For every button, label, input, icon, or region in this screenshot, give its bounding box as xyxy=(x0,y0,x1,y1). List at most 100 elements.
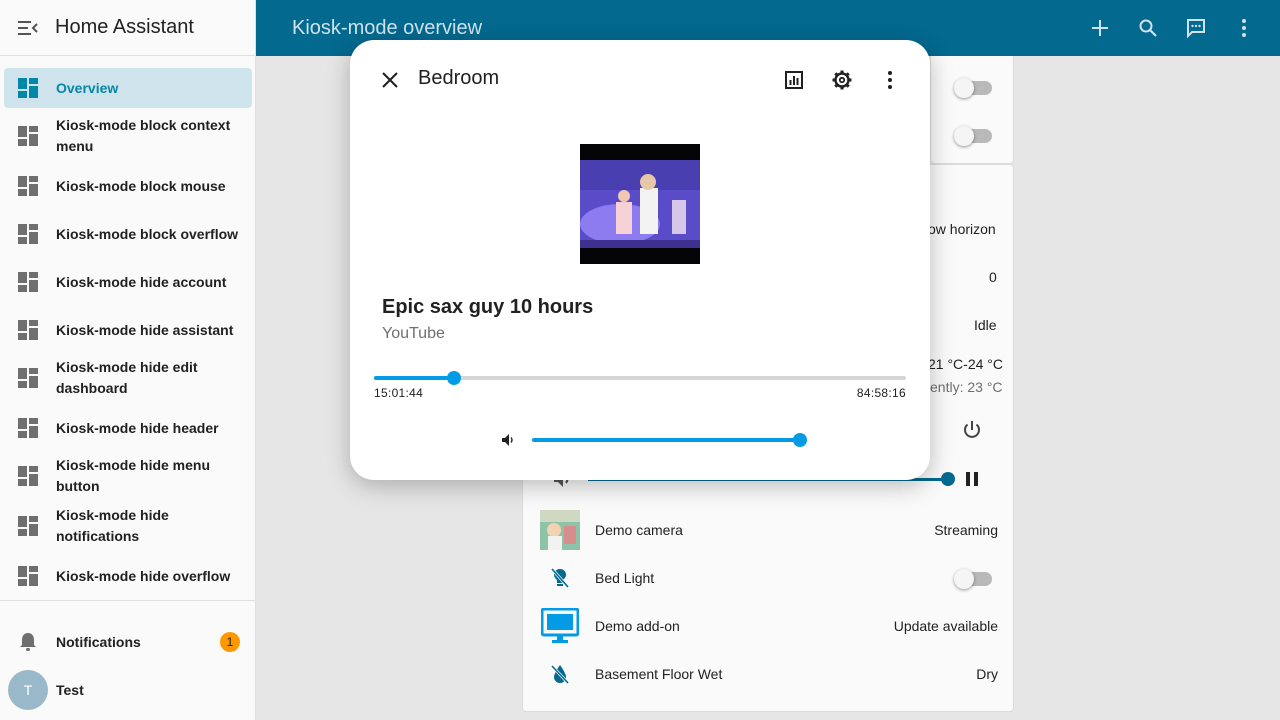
camera-thumbnail-image xyxy=(540,510,580,550)
menu-open-icon xyxy=(18,20,38,35)
more-vert-icon xyxy=(888,71,892,89)
pause-button[interactable] xyxy=(964,471,980,487)
dashboard-icon xyxy=(18,516,38,536)
dashboard-icon xyxy=(18,566,38,586)
volume-slider[interactable] xyxy=(532,433,807,447)
dashboard-icon xyxy=(18,272,38,292)
volume-slider-thumb[interactable] xyxy=(793,433,807,447)
sidebar-item-label: Kiosk-mode hide account xyxy=(56,273,227,290)
user-name: Test xyxy=(56,681,84,698)
sidebar-item-label: Kiosk-mode hide overflow xyxy=(56,567,231,584)
entity-name: Bed Light xyxy=(595,570,655,586)
sidebar-item-label: Kiosk-mode hide header xyxy=(56,419,219,436)
media-progress-thumb[interactable] xyxy=(446,371,461,385)
assist-button[interactable] xyxy=(1172,4,1220,52)
partial-state-text: ow horizon xyxy=(928,221,996,237)
sidebar-item-label: Kiosk-mode block context menu xyxy=(56,117,231,154)
sidebar-item-label: Kiosk-mode hide menu button xyxy=(56,457,211,494)
entity-row-demo-camera[interactable]: Demo camera Streaming xyxy=(540,510,998,550)
media-title: Epic sax guy 10 hours xyxy=(382,296,594,318)
sidebar-item-hide-account[interactable]: Kiosk-mode hide account xyxy=(4,262,252,302)
sidebar-item-hide-assistant[interactable]: Kiosk-mode hide assistant xyxy=(4,310,252,350)
sidebar-item-hide-notifications[interactable]: Kiosk-mode hide notifications xyxy=(4,504,252,548)
volume-icon xyxy=(502,434,513,446)
mute-button[interactable] xyxy=(496,430,520,450)
menu-collapse-button[interactable] xyxy=(16,16,40,40)
gear-icon xyxy=(832,70,852,90)
sidebar-item-label: Kiosk-mode hide assistant xyxy=(56,321,234,338)
search-icon xyxy=(1139,19,1157,37)
notification-badge: 1 xyxy=(220,632,240,652)
dashboard-icon xyxy=(18,176,38,196)
media-remaining: 84:58:16 xyxy=(856,386,906,400)
more-vert-icon xyxy=(1242,19,1246,37)
sidebar-item-overview[interactable]: Overview xyxy=(4,68,252,108)
dashboard-icon xyxy=(18,78,38,98)
page-title: Kiosk-mode overview xyxy=(292,16,483,39)
add-button[interactable] xyxy=(1076,4,1124,52)
bell-icon xyxy=(20,633,36,651)
partial-state-text: Idle xyxy=(974,317,997,333)
toggle-switch[interactable] xyxy=(954,78,992,98)
water-off-glyph xyxy=(550,664,570,685)
sidebar-item-hide-edit-dashboard[interactable]: Kiosk-mode hide edit dashboard xyxy=(4,356,252,400)
dialog-menu-button[interactable] xyxy=(874,64,906,96)
close-button[interactable] xyxy=(374,64,406,96)
lightbulb-off-glyph xyxy=(550,568,570,588)
media-progress-fill xyxy=(374,376,454,380)
entity-name: Basement Floor Wet xyxy=(595,666,723,682)
sidebar-item-label: Kiosk-mode hide edit dashboard xyxy=(56,359,198,396)
entity-name: Demo add-on xyxy=(595,618,680,634)
overflow-menu-button[interactable] xyxy=(1220,4,1268,52)
entity-state: Update available xyxy=(893,618,998,634)
sidebar-title: Home Assistant xyxy=(55,16,194,38)
sidebar-item-hide-menu-button[interactable]: Kiosk-mode hide menu button xyxy=(4,454,252,498)
sidebar-item-block-overflow[interactable]: Kiosk-mode block overflow xyxy=(4,214,252,254)
sidebar-item-block-context-menu[interactable]: Kiosk-mode block context menu xyxy=(4,114,252,158)
sidebar-item-hide-header[interactable]: Kiosk-mode hide header xyxy=(4,408,252,448)
sidebar-item-notifications[interactable]: Notifications 1 xyxy=(4,622,252,662)
toggle-switch[interactable] xyxy=(954,126,992,146)
entities-card-top xyxy=(930,56,1014,164)
entity-row-bed-light[interactable]: Bed Light xyxy=(540,558,998,598)
dashboard-icon xyxy=(18,320,38,340)
sidebar: Home Assistant Overview Kiosk-mode block… xyxy=(0,0,256,720)
monitor-glyph xyxy=(541,608,579,643)
volume-slider-thumb[interactable] xyxy=(941,472,955,486)
dialog-title: Bedroom xyxy=(418,67,500,89)
sidebar-item-profile[interactable]: T Test xyxy=(4,670,252,710)
plus-icon xyxy=(1092,20,1108,36)
media-position: 15:01:44 xyxy=(374,386,424,400)
artwork-image xyxy=(580,144,700,264)
settings-button[interactable] xyxy=(826,64,858,96)
chart-icon xyxy=(785,71,803,89)
sidebar-header: Home Assistant xyxy=(0,0,255,56)
search-button[interactable] xyxy=(1124,4,1172,52)
power-button[interactable] xyxy=(960,418,984,442)
media-artwork xyxy=(580,144,700,264)
sidebar-item-label: Overview xyxy=(56,79,119,96)
sidebar-item-block-mouse[interactable]: Kiosk-mode block mouse xyxy=(4,166,252,206)
sidebar-item-label: Kiosk-mode block mouse xyxy=(56,177,226,194)
power-icon xyxy=(964,421,980,438)
avatar: T xyxy=(8,670,48,710)
volume-slider-fill xyxy=(532,438,800,442)
lightbulb-off-icon xyxy=(540,558,580,598)
close-icon xyxy=(382,72,398,88)
media-progress-bar[interactable] xyxy=(374,371,906,385)
pause-icon xyxy=(966,472,978,486)
history-button[interactable] xyxy=(778,64,810,96)
water-off-icon xyxy=(540,654,580,694)
assist-icon xyxy=(1187,19,1205,38)
bed-light-toggle[interactable] xyxy=(954,569,992,589)
dashboard-icon xyxy=(18,418,38,438)
entity-name: Demo camera xyxy=(595,522,683,538)
entity-row-demo-addon[interactable]: Demo add-on Update available xyxy=(540,606,998,646)
camera-thumbnail xyxy=(540,510,580,550)
monitor-icon xyxy=(540,606,580,646)
entity-row-basement-floor-wet[interactable]: Basement Floor Wet Dry xyxy=(540,654,998,694)
dashboard-icon xyxy=(18,368,38,388)
sidebar-item-hide-overflow[interactable]: Kiosk-mode hide overflow xyxy=(4,556,252,596)
partial-state-text: 0 xyxy=(989,269,997,285)
entity-state: Streaming xyxy=(934,522,998,538)
